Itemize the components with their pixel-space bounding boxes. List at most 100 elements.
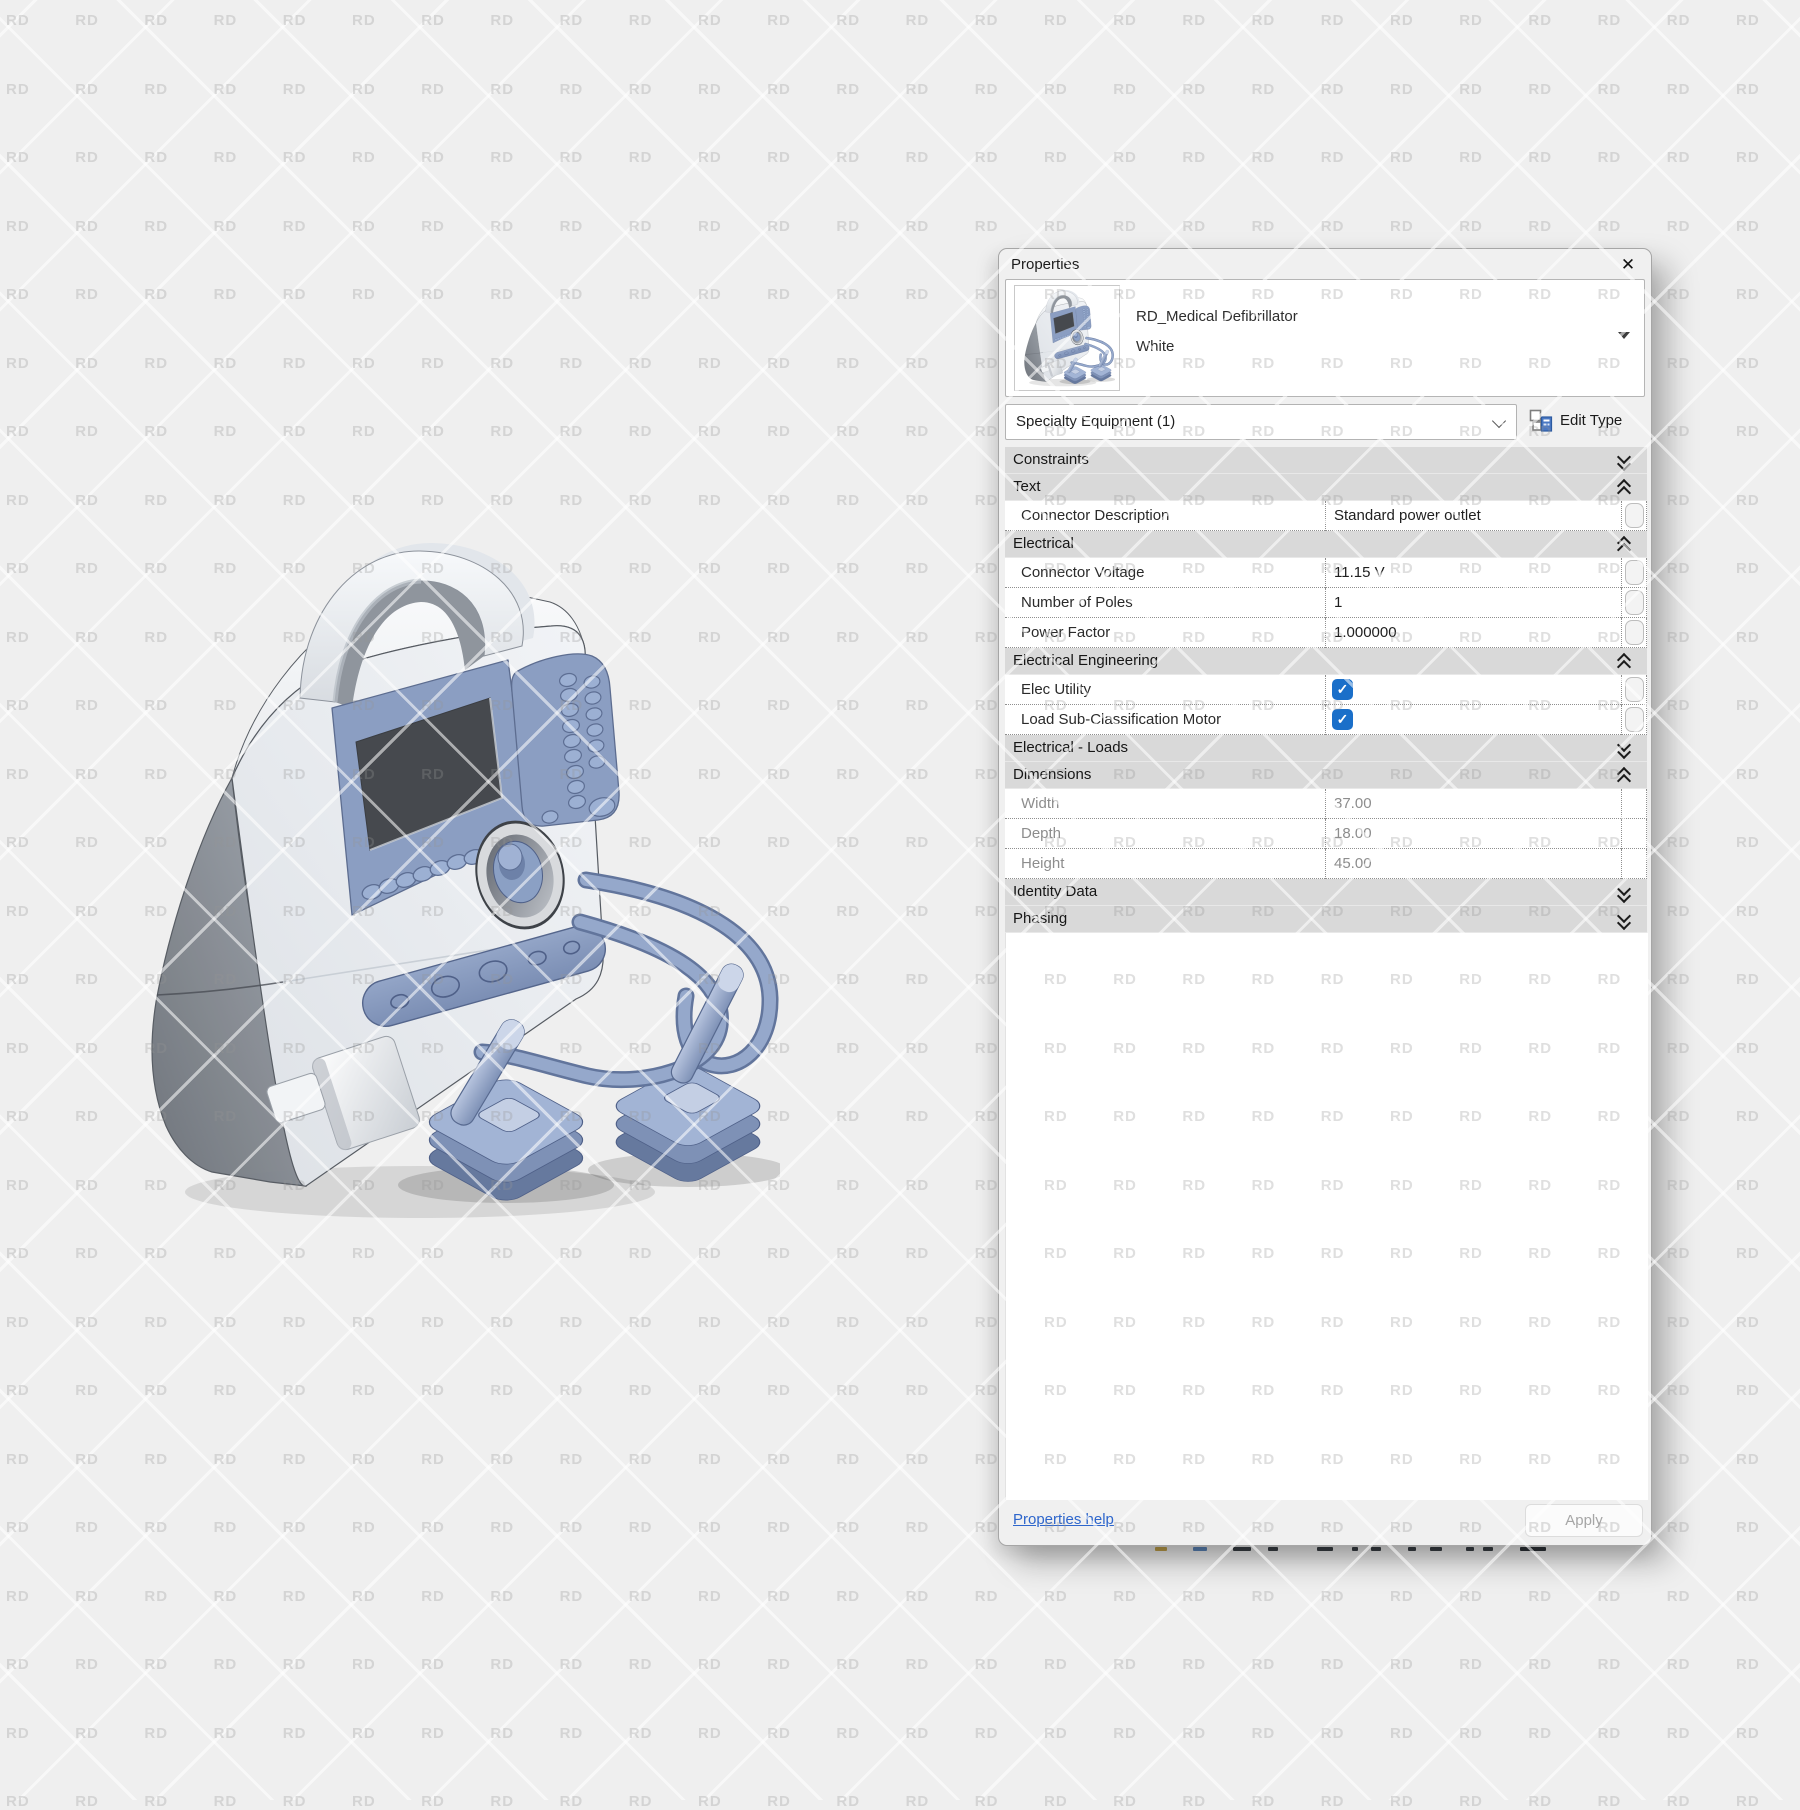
watermark-text: RD	[1182, 1793, 1206, 1810]
watermark-text: RD	[75, 218, 99, 235]
watermark-text: RD	[836, 423, 860, 440]
watermark-text: RD	[490, 286, 514, 303]
property-value-cell[interactable]: Standard power outlet	[1325, 501, 1621, 531]
section-label: Identity Data	[1013, 883, 1097, 900]
property-value-cell[interactable]: 1.000000	[1325, 618, 1621, 648]
watermark-text: RD	[560, 1656, 584, 1673]
watermark-text: RD	[352, 218, 376, 235]
chevron-double-down-icon	[1617, 739, 1631, 757]
watermark-text: RD	[836, 12, 860, 29]
watermark-text: RD	[214, 218, 238, 235]
section-row-electrical-loads[interactable]: Electrical - Loads	[1005, 735, 1647, 762]
watermark-text: RD	[975, 492, 999, 509]
section-row-identity-data[interactable]: Identity Data	[1005, 879, 1647, 906]
watermark-text: RD	[1390, 149, 1414, 166]
watermark-text: RD	[836, 629, 860, 646]
watermark-text: RD	[906, 1656, 930, 1673]
watermark-text: RD	[75, 766, 99, 783]
watermark-text: RD	[906, 1725, 930, 1742]
cropped-icon-fragment	[1317, 1547, 1333, 1551]
associate-parameter-button[interactable]	[1625, 590, 1644, 615]
apply-button[interactable]: Apply	[1525, 1504, 1643, 1537]
associate-parameter-button[interactable]	[1625, 620, 1644, 645]
watermark-text: RD	[214, 1588, 238, 1605]
watermark-text: RD	[6, 971, 30, 988]
section-label: Constraints	[1013, 451, 1089, 468]
watermark-text: RD	[214, 1245, 238, 1262]
watermark-text: RD	[560, 286, 584, 303]
section-row-dimensions[interactable]: Dimensions	[1005, 762, 1647, 789]
type-selector[interactable]: RD_Medical Defibrillator White	[1005, 279, 1645, 397]
watermark-text: RD	[1044, 218, 1068, 235]
section-row-electrical-engineering[interactable]: Electrical Engineering	[1005, 648, 1647, 675]
watermark-text: RD	[906, 971, 930, 988]
watermark-text: RD	[144, 1725, 168, 1742]
property-value-cell[interactable]: 1	[1325, 588, 1621, 618]
watermark-text: RD	[1736, 971, 1760, 988]
watermark-text: RD	[560, 1245, 584, 1262]
property-label-cell: Number of Poles	[1005, 588, 1325, 618]
associate-parameter-button[interactable]	[1625, 677, 1644, 702]
property-value-cell[interactable]: 11.15 V	[1325, 558, 1621, 588]
section-label: Electrical	[1013, 535, 1074, 552]
watermark-text: RD	[6, 1793, 30, 1810]
checkbox-checked-icon[interactable]: ✓	[1332, 679, 1353, 700]
watermark-text: RD	[421, 1245, 445, 1262]
property-value-cell[interactable]: ✓	[1325, 675, 1621, 705]
section-row-electrical[interactable]: Electrical	[1005, 531, 1647, 558]
watermark-text: RD	[767, 1725, 791, 1742]
section-row-constraints[interactable]: Constraints	[1005, 447, 1647, 474]
watermark-text: RD	[1528, 12, 1552, 29]
watermark-text: RD	[698, 1656, 722, 1673]
watermark-text: RD	[1667, 697, 1691, 714]
watermark-text: RD	[1667, 355, 1691, 372]
watermark-text: RD	[1667, 1382, 1691, 1399]
watermark-text: RD	[975, 560, 999, 577]
watermark-text: RD	[1667, 1040, 1691, 1057]
watermark-text: RD	[975, 1382, 999, 1399]
watermark-text: RD	[560, 1519, 584, 1536]
watermark-text: RD	[1459, 12, 1483, 29]
watermark-text: RD	[560, 218, 584, 235]
category-filter-combobox[interactable]: Specialty Equipment (1)	[1005, 404, 1517, 440]
close-icon[interactable]: ✕	[1617, 254, 1639, 276]
watermark-text: RD	[352, 81, 376, 98]
watermark-text: RD	[767, 1588, 791, 1605]
watermark-text: RD	[283, 1245, 307, 1262]
watermark-text: RD	[490, 1656, 514, 1673]
watermark-text: RD	[975, 1451, 999, 1468]
watermark-text: RD	[490, 1519, 514, 1536]
watermark-text: RD	[975, 149, 999, 166]
watermark-text: RD	[421, 218, 445, 235]
watermark-text: RD	[560, 1382, 584, 1399]
section-row-text[interactable]: Text	[1005, 474, 1647, 501]
watermark-text: RD	[283, 1793, 307, 1810]
watermark-text: RD	[1667, 1177, 1691, 1194]
watermark-text: RD	[1528, 218, 1552, 235]
property-grid: ConstraintsTextConnector DescriptionStan…	[1005, 447, 1647, 933]
watermark-text: RD	[283, 218, 307, 235]
checkbox-checked-icon[interactable]: ✓	[1332, 709, 1353, 730]
watermark-text: RD	[906, 560, 930, 577]
watermark-text: RD	[490, 492, 514, 509]
watermark-text: RD	[698, 1793, 722, 1810]
watermark-text: RD	[283, 149, 307, 166]
property-value-cell[interactable]: ✓	[1325, 705, 1621, 735]
property-row-load-sub-classification-motor: Load Sub-Classification Motor✓	[1005, 705, 1647, 735]
watermark-text: RD	[1528, 1725, 1552, 1742]
associate-parameter-button[interactable]	[1625, 707, 1644, 732]
watermark-text: RD	[1459, 149, 1483, 166]
associate-parameter-button[interactable]	[1625, 560, 1644, 585]
watermark-text: RD	[629, 1245, 653, 1262]
chevron-double-down-icon	[1617, 910, 1631, 928]
properties-help-link[interactable]: Properties help	[1013, 1511, 1114, 1528]
section-row-phasing[interactable]: Phasing	[1005, 906, 1647, 933]
watermark-text: RD	[144, 492, 168, 509]
type-selector-dropdown-icon[interactable]	[1618, 332, 1630, 339]
watermark-text: RD	[6, 1040, 30, 1057]
watermark-text: RD	[144, 1314, 168, 1331]
associate-parameter-button[interactable]	[1625, 503, 1644, 528]
watermark-text: RD	[6, 149, 30, 166]
watermark-text: RD	[1528, 81, 1552, 98]
watermark-text: RD	[767, 218, 791, 235]
